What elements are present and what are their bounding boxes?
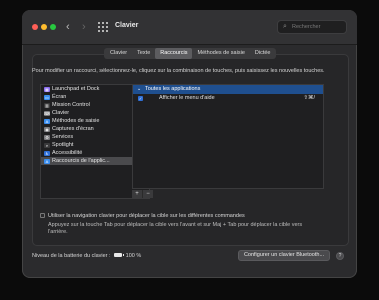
- keyboard-navigation-label: Utiliser la navigation clavier pour dépl…: [48, 213, 245, 219]
- shortcut-keys[interactable]: ⇧⌘/: [303, 94, 315, 103]
- configure-bluetooth-keyboard-button[interactable]: Configurer un clavier Bluetooth...: [238, 250, 330, 261]
- keyboard-icon: ⌨: [44, 110, 50, 116]
- category-label: Mission Control: [52, 102, 90, 108]
- category-label: Services: [52, 134, 74, 140]
- category-label: Accessibilité: [52, 150, 83, 156]
- shortcut-row[interactable]: ✓ Afficher le menu d'aide ⇧⌘/: [133, 94, 323, 103]
- mission-control-icon: ▥: [44, 102, 50, 108]
- screenshot-icon: ◉: [44, 126, 50, 132]
- instructions-text: Pour modifier un raccourci, sélectionnez…: [32, 68, 325, 74]
- services-icon: ⚙: [44, 134, 50, 140]
- add-remove-control: + −: [132, 190, 153, 198]
- accessibility-icon: ♿: [44, 150, 50, 156]
- tab-dictee[interactable]: Dictée: [250, 48, 276, 59]
- tab-raccourcis[interactable]: Raccourcis: [155, 48, 193, 59]
- search-icon: ⌕: [283, 23, 287, 30]
- category-label: Méthodes de saisie: [52, 118, 100, 124]
- window-title: Clavier: [115, 22, 139, 29]
- add-button[interactable]: +: [132, 190, 142, 198]
- shortcut-group-row[interactable]: ⌄ Toutes les applications: [133, 85, 323, 94]
- search-field[interactable]: ⌕: [277, 20, 347, 34]
- titlebar: ‹ › Clavier ⌕: [22, 10, 357, 45]
- display-icon: ▭: [44, 94, 50, 100]
- battery-level: Niveau de la batterie du clavier : 100 %: [32, 253, 141, 259]
- category-label: Captures d'écran: [52, 126, 94, 132]
- battery-label: Niveau de la batterie du clavier :: [32, 253, 111, 259]
- shortcut-label: Afficher le menu d'aide: [159, 95, 215, 101]
- close-button[interactable]: [32, 24, 38, 30]
- category-label: Raccourcis de l'applic...: [52, 158, 110, 164]
- tab-bar: Clavier Texte Raccourcis Méthodes de sai…: [104, 48, 277, 59]
- disclosure-chevron-icon[interactable]: ⌄: [137, 85, 141, 94]
- tab-methodes-de-saisie[interactable]: Méthodes de saisie: [192, 48, 249, 59]
- battery-value: 100 %: [125, 253, 142, 259]
- keyboard-navigation-checkbox[interactable]: [40, 213, 45, 218]
- help-button[interactable]: ?: [336, 252, 344, 260]
- shortcut-group-label: Toutes les applications: [145, 86, 201, 92]
- back-chevron-icon[interactable]: ‹: [66, 20, 70, 34]
- app-shortcuts-icon: A: [44, 158, 50, 164]
- shortcut-list: ⌄ Toutes les applications ✓ Afficher le …: [132, 84, 324, 189]
- spotlight-icon: ⌕: [44, 142, 50, 148]
- zoom-button[interactable]: [50, 24, 56, 30]
- launchpad-icon: ▦: [44, 86, 50, 92]
- tab-clavier[interactable]: Clavier: [105, 48, 132, 59]
- category-label: Launchpad et Dock: [52, 86, 100, 92]
- forward-chevron-icon[interactable]: ›: [82, 20, 86, 34]
- shortcut-checkbox[interactable]: ✓: [138, 96, 143, 101]
- keyboard-navigation-option[interactable]: Utiliser la navigation clavier pour dépl…: [40, 213, 245, 220]
- search-input[interactable]: [292, 22, 344, 32]
- category-label: Clavier: [52, 110, 70, 116]
- category-label: Écran: [52, 94, 67, 100]
- battery-icon: [114, 253, 125, 257]
- minimize-button[interactable]: [41, 24, 47, 30]
- keyboard-navigation-help: Appuyez sur la touche Tab pour déplacer …: [48, 222, 303, 235]
- remove-button[interactable]: −: [142, 190, 153, 198]
- preferences-window: ‹ › Clavier ⌕ Clavier Texte Raccourcis M…: [22, 10, 357, 278]
- input-methods-icon: A: [44, 118, 50, 124]
- tab-texte[interactable]: Texte: [132, 48, 155, 59]
- category-label: Spotlight: [52, 142, 74, 148]
- show-all-grid-icon[interactable]: [98, 22, 108, 32]
